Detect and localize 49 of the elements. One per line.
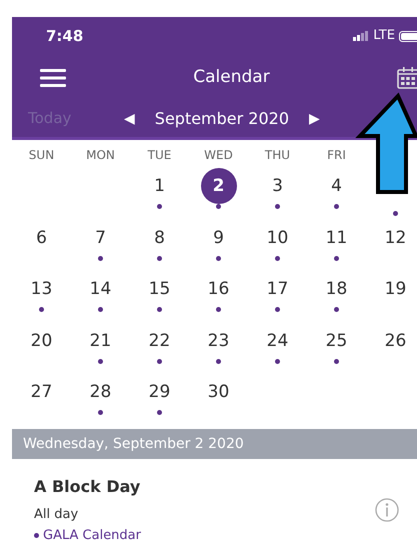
day-number[interactable]: 19	[378, 271, 414, 307]
weekday-label: SUN	[28, 147, 56, 164]
day-number[interactable]: 11	[318, 220, 354, 256]
event-time: All day	[34, 506, 80, 524]
day-number[interactable]: 24	[260, 322, 296, 358]
day-number[interactable]: 17	[260, 271, 296, 307]
day-number[interactable]: 1	[142, 168, 178, 204]
day-number[interactable]: 6	[24, 220, 60, 256]
weekday-label: WED	[203, 147, 234, 164]
day-number[interactable]: 3	[260, 168, 296, 204]
weekday-label: THU	[264, 147, 292, 164]
previous-month-button[interactable]: ◀	[112, 112, 147, 126]
day-number[interactable]: 23	[200, 322, 236, 358]
day-number[interactable]: 7	[82, 220, 118, 256]
battery-icon	[399, 30, 417, 42]
calendar-name[interactable]: GALA Calendar	[43, 526, 141, 546]
day-number[interactable]: 27	[24, 374, 60, 410]
day-number[interactable]: 13	[24, 271, 60, 307]
next-month-button[interactable]: ▶	[297, 112, 332, 126]
day-number[interactable]: 15	[142, 271, 178, 307]
day-number[interactable]: 9	[200, 220, 236, 256]
status-time: 7:48	[46, 26, 84, 47]
day-number[interactable]: 20	[24, 322, 60, 358]
day-number[interactable]: 22	[142, 322, 178, 358]
day-number[interactable]: 12	[378, 220, 414, 256]
day-number[interactable]: 25	[318, 322, 354, 358]
day-number[interactable]: 29	[142, 374, 178, 410]
network-label: LTE	[373, 27, 395, 46]
day-number[interactable]: 4	[318, 168, 354, 204]
screen-title: Calendar	[193, 66, 270, 89]
weekday-label: MON	[85, 147, 116, 164]
day-number[interactable]: 16	[200, 271, 236, 307]
weekday-label: FRI	[326, 147, 347, 164]
day-number[interactable]: 14	[82, 271, 118, 307]
day-number[interactable]: 26	[378, 322, 414, 358]
event-title: A Block Day	[34, 476, 141, 498]
menu-icon[interactable]	[40, 68, 66, 86]
weekday-label: TUE	[146, 147, 172, 164]
day-number[interactable]: 8	[142, 220, 178, 256]
month-label: September 2020	[154, 108, 290, 130]
day-number[interactable]: 2	[200, 168, 236, 204]
day-number[interactable]: 28	[82, 374, 118, 410]
day-number[interactable]: 30	[200, 374, 236, 410]
calendar-icon[interactable]	[396, 66, 417, 88]
date-header: Wednesday, September 2 2020	[12, 428, 417, 458]
day-number[interactable]: 18	[318, 271, 354, 307]
day-number[interactable]: 10	[260, 220, 296, 256]
signal-icon	[353, 31, 370, 41]
day-number[interactable]: 21	[82, 322, 118, 358]
